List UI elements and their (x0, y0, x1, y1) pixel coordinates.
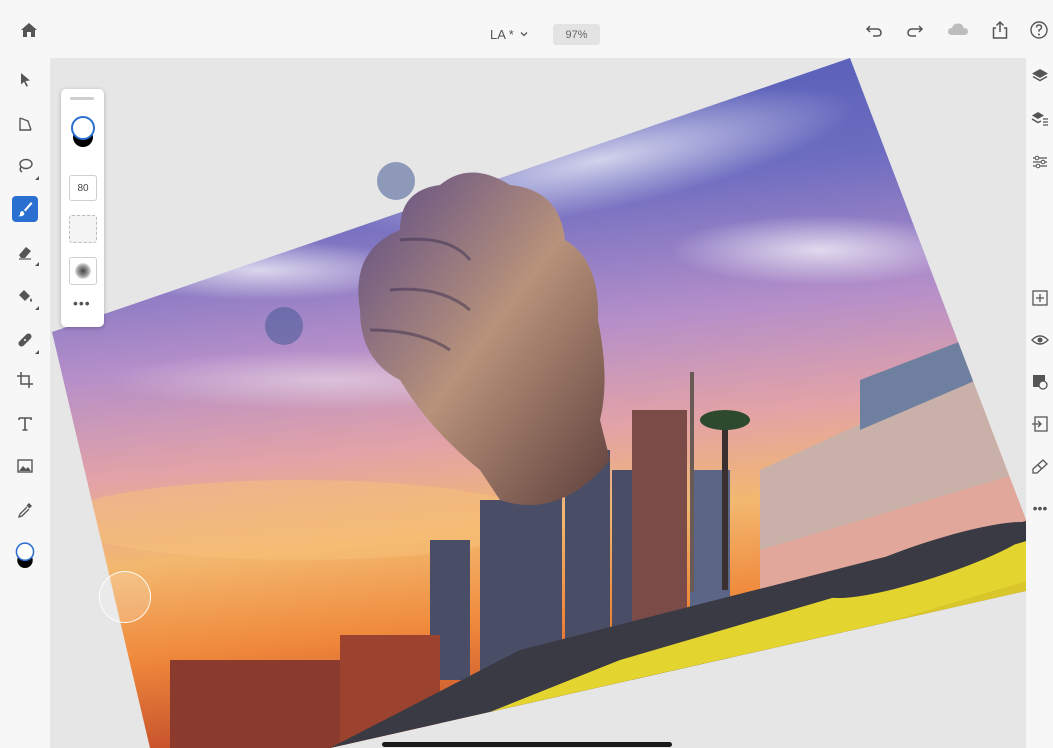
brush-tool-icon[interactable] (12, 196, 38, 222)
brush-preset-button[interactable] (69, 257, 97, 285)
fx-icon[interactable] (1030, 456, 1050, 476)
adjustments-icon[interactable] (1030, 152, 1050, 172)
chevron-down-icon (520, 32, 528, 37)
canvas[interactable] (50, 58, 1026, 748)
undo-icon[interactable] (864, 20, 884, 40)
cloud-icon[interactable] (947, 20, 968, 40)
select-tool-icon[interactable] (13, 68, 37, 92)
color-swatch[interactable] (13, 536, 37, 576)
type-tool-icon[interactable] (13, 412, 37, 436)
lasso-tool-icon[interactable] (13, 154, 39, 180)
eraser-tool-icon[interactable] (13, 240, 39, 266)
brush-cursor (265, 307, 303, 345)
brush-options-panel: 80 ••• (61, 89, 104, 327)
home-icon[interactable] (19, 20, 39, 40)
fill-tool-icon[interactable] (13, 284, 39, 310)
layer-properties-icon[interactable] (1030, 108, 1050, 128)
artwork-image (52, 58, 1026, 748)
place-image-icon[interactable] (13, 454, 37, 478)
zoom-level[interactable]: 97% (553, 24, 600, 45)
share-icon[interactable] (990, 20, 1010, 40)
eyedropper-tool-icon[interactable] (13, 498, 37, 522)
document-title: LA * (490, 26, 514, 42)
panel-grip[interactable] (70, 97, 94, 100)
more-icon[interactable]: ••• (1030, 498, 1050, 518)
crop-tool-icon[interactable] (13, 368, 37, 392)
add-layer-icon[interactable] (1030, 288, 1050, 308)
layers-icon[interactable] (1030, 66, 1050, 86)
more-options-icon[interactable]: ••• (73, 295, 91, 311)
redo-icon[interactable] (905, 20, 925, 40)
import-icon[interactable] (1030, 414, 1050, 434)
brush-size-field[interactable]: 80 (69, 175, 97, 201)
brush-cursor (377, 162, 415, 200)
touch-shortcut[interactable] (99, 571, 151, 623)
brush-softness-button[interactable] (69, 215, 97, 243)
visibility-icon[interactable] (1030, 330, 1050, 350)
left-toolbar (0, 58, 50, 748)
top-bar: LA * 97% (0, 0, 1053, 58)
mask-icon[interactable] (1030, 372, 1050, 392)
healing-tool-icon[interactable] (13, 328, 39, 354)
home-indicator (382, 742, 672, 747)
brush-preset-icon (75, 263, 91, 279)
transform-tool-icon[interactable] (13, 112, 37, 136)
help-icon[interactable] (1029, 20, 1049, 40)
document-title-button[interactable]: LA * (490, 24, 528, 44)
right-toolbar: ••• (1026, 58, 1053, 748)
brush-color-swatch[interactable] (67, 115, 99, 151)
